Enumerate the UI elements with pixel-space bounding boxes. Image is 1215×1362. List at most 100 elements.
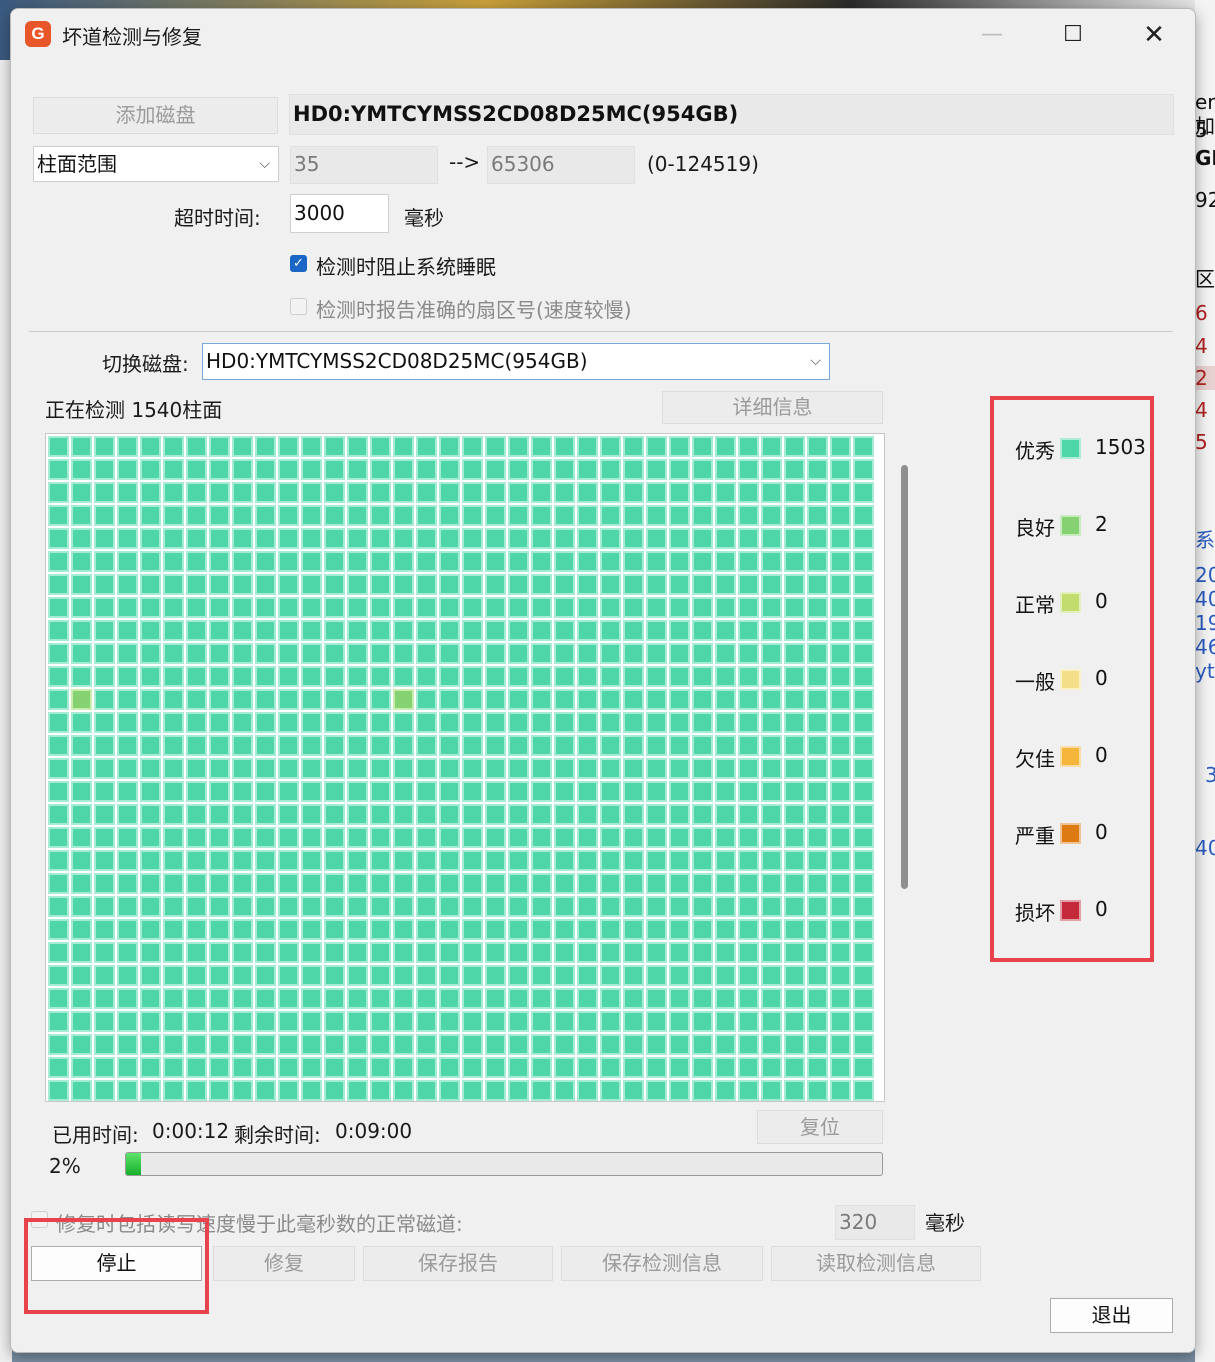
reset-button[interactable]: 复位	[757, 1110, 883, 1144]
prevent-sleep-label: 检测时阻止系统睡眠	[316, 255, 496, 279]
sector-cell	[600, 1080, 621, 1101]
sector-cell	[232, 965, 253, 986]
sector-cell	[761, 965, 782, 986]
sector-cell	[439, 689, 460, 710]
sector-cell	[117, 827, 138, 848]
sector-cell	[669, 942, 690, 963]
save-report-button[interactable]: 保存报告	[363, 1246, 553, 1281]
sector-cell	[209, 620, 230, 641]
sector-cell	[117, 896, 138, 917]
sector-cell	[807, 436, 828, 457]
sector-cell	[761, 919, 782, 940]
sector-cell	[669, 1080, 690, 1101]
sector-cell	[140, 574, 161, 595]
sector-cell	[48, 597, 69, 618]
sector-cell	[48, 620, 69, 641]
sector-cell	[117, 735, 138, 756]
sector-cell	[692, 436, 713, 457]
sector-cell	[255, 988, 276, 1009]
sector-cell	[278, 551, 299, 572]
slow-ms-input[interactable]: 320	[835, 1205, 915, 1240]
sector-cell	[117, 689, 138, 710]
repair-button[interactable]: 修复	[213, 1246, 355, 1281]
sector-cell	[554, 827, 575, 848]
sector-cell	[393, 804, 414, 825]
sector-cell	[600, 551, 621, 572]
legend-swatch	[1060, 823, 1081, 844]
close-button[interactable]: ✕	[1123, 13, 1185, 57]
switch-disk-select[interactable]: HD0:YMTCYMSS2CD08D25MC(954GB) ⌵	[202, 343, 830, 380]
timeout-unit: 毫秒	[404, 206, 444, 230]
sector-cell	[393, 459, 414, 480]
sector-cell	[117, 965, 138, 986]
sector-cell	[301, 712, 322, 733]
sector-cell	[508, 666, 529, 687]
sector-cell	[692, 1057, 713, 1078]
sector-cell	[278, 896, 299, 917]
prevent-sleep-checkbox[interactable]: ✓	[290, 255, 307, 272]
sector-cell	[255, 896, 276, 917]
sector-cell	[784, 666, 805, 687]
sector-cell	[600, 666, 621, 687]
sector-cell	[255, 712, 276, 733]
exit-button[interactable]: 退出	[1050, 1298, 1173, 1333]
sector-cell	[485, 1034, 506, 1055]
sector-cell	[462, 551, 483, 572]
sector-cell	[692, 689, 713, 710]
minimize-button[interactable]: —	[961, 13, 1023, 57]
sector-cell	[761, 1080, 782, 1101]
sector-cell	[462, 781, 483, 802]
sector-cell	[830, 827, 851, 848]
timeout-input[interactable]: 3000	[290, 194, 389, 233]
sector-cell	[370, 1034, 391, 1055]
sector-cell	[830, 666, 851, 687]
sector-cell	[646, 804, 667, 825]
sector-cell	[692, 827, 713, 848]
save-scan-info-button[interactable]: 保存检测信息	[561, 1246, 763, 1281]
range-mode-select[interactable]: 柱面范围 ⌵	[33, 146, 279, 182]
range-to-input[interactable]: 65306	[487, 146, 635, 184]
sector-cell	[232, 666, 253, 687]
sector-cell	[232, 505, 253, 526]
maximize-button[interactable]: ☐	[1042, 13, 1104, 57]
sector-cell	[370, 896, 391, 917]
sector-cell	[830, 689, 851, 710]
sector-cell	[577, 620, 598, 641]
sector-cell	[416, 850, 437, 871]
exact-sector-checkbox[interactable]	[290, 298, 307, 315]
sector-cell	[324, 712, 345, 733]
sector-cell	[830, 1057, 851, 1078]
sector-cell	[324, 781, 345, 802]
sector-cell	[370, 965, 391, 986]
sector-cell	[370, 1011, 391, 1032]
sector-cell	[140, 988, 161, 1009]
sector-cell	[370, 712, 391, 733]
sector-cell	[531, 758, 552, 779]
map-scrollbar[interactable]	[901, 465, 908, 889]
sector-cell	[531, 735, 552, 756]
progress-fill	[126, 1153, 142, 1175]
sector-cell	[140, 804, 161, 825]
sector-cell	[209, 482, 230, 503]
sector-cell	[117, 1011, 138, 1032]
sector-cell	[301, 666, 322, 687]
legend-excellent: 优秀 1503	[1015, 435, 1146, 463]
sector-cell	[669, 666, 690, 687]
sector-cell	[853, 873, 874, 894]
load-scan-info-button[interactable]: 读取检测信息	[771, 1246, 981, 1281]
sector-cell	[830, 850, 851, 871]
sector-cell	[94, 505, 115, 526]
sector-cell	[853, 459, 874, 480]
sector-cell	[485, 919, 506, 940]
add-disk-button[interactable]: 添加磁盘	[33, 97, 278, 134]
sector-cell	[784, 1011, 805, 1032]
sector-cell	[163, 896, 184, 917]
range-from-input[interactable]: 35	[290, 146, 438, 184]
sector-cell	[416, 620, 437, 641]
sector-cell	[738, 574, 759, 595]
details-button[interactable]: 详细信息	[662, 391, 883, 424]
sector-cell	[692, 1034, 713, 1055]
sector-cell	[48, 482, 69, 503]
sector-cell	[301, 873, 322, 894]
sector-cell	[48, 919, 69, 940]
